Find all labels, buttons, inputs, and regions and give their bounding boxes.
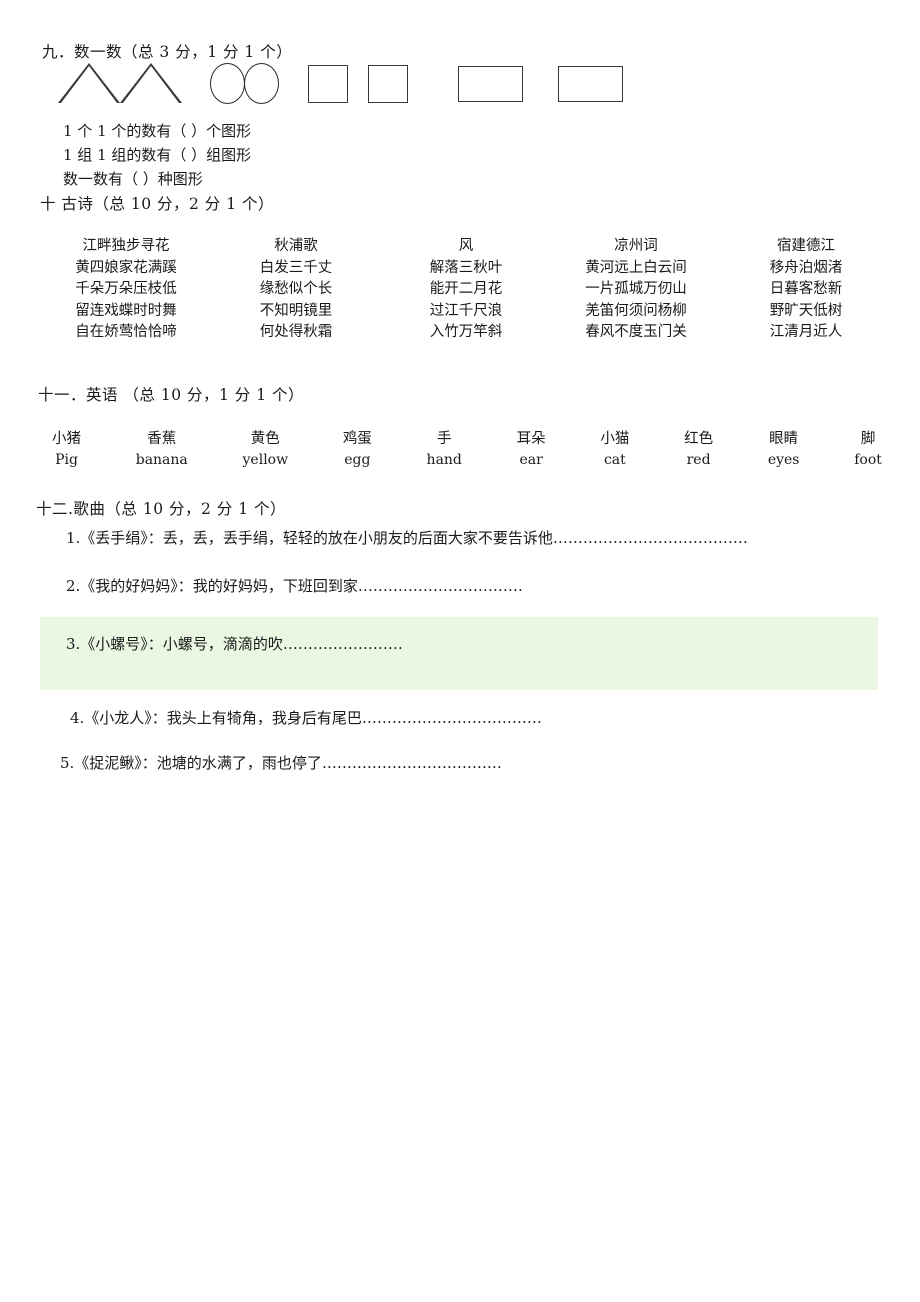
counting-question-1: 1 个 1 个的数有（ ）个图形 (63, 122, 252, 140)
word-english: Pig (55, 452, 78, 468)
ellipse-shape-2 (244, 63, 279, 104)
poem-line: 能开二月花 (429, 281, 503, 297)
english-word-pair-10: 脚 foot (854, 428, 882, 471)
section-heading-poetry: 十 古诗（总 10 分，2 分 1 个） (40, 195, 275, 213)
word-english: ear (519, 452, 543, 468)
square-shape-1 (308, 65, 348, 103)
english-word-pair-9: 眼睛 eyes (768, 428, 800, 471)
rectangle-shape-1 (458, 66, 523, 102)
counting-question-3: 数一数有（ ）种图形 (63, 170, 203, 188)
poem-title: 江畔独步寻花 (82, 238, 170, 254)
poem-line: 白发三千丈 (259, 259, 333, 276)
triangle-shape-2 (120, 63, 182, 103)
english-word-pair-7: 小猫 cat (600, 428, 629, 471)
poem-line: 移舟泊烟渚 (769, 259, 843, 276)
word-chinese: 黄色 (250, 431, 280, 447)
poem-line: 黄四娘家花满蹊 (75, 259, 177, 276)
poem-line: 解落三秋叶 (429, 259, 503, 276)
poem-line: 黄河远上白云间 (585, 259, 687, 276)
poem-column-1: 江畔独步寻花 黄四娘家花满蹊 千朵万朵压枝低 留连戏蝶时时舞 自在娇莺恰恰啼 (46, 236, 206, 344)
word-chinese: 红色 (684, 431, 714, 447)
poem-line: 春风不度玉门关 (585, 324, 687, 340)
square-shape-2 (368, 65, 408, 103)
section-heading-songs: 十二.歌曲（总 10 分，2 分 1 个） (36, 500, 287, 518)
word-english: cat (603, 452, 626, 468)
song-item-3: 3.《小螺号》：小螺号，滴滴的吹…………………… (66, 635, 403, 653)
poem-title: 风 (458, 238, 474, 254)
poem-line: 何处得秋霜 (259, 324, 333, 340)
english-word-pair-6: 耳朵 ear (517, 428, 546, 471)
word-chinese: 手 (436, 431, 452, 447)
word-english: hand (426, 452, 462, 468)
word-english: red (686, 452, 711, 468)
english-word-pair-3: 黄色 yellow (243, 428, 289, 471)
poem-columns: 江畔独步寻花 黄四娘家花满蹊 千朵万朵压枝低 留连戏蝶时时舞 自在娇莺恰恰啼 秋… (46, 236, 886, 344)
poem-column-5: 宿建德江 移舟泊烟渚 日暮客愁新 野旷天低树 江清月近人 (726, 236, 886, 344)
word-english: eyes (767, 452, 800, 468)
word-english: foot (854, 452, 882, 468)
english-word-pair-1: 小猪 Pig (52, 428, 81, 471)
poem-line: 野旷天低树 (769, 302, 843, 319)
poem-line: 过江千尺浪 (429, 302, 503, 319)
word-chinese: 小猪 (52, 431, 81, 447)
ellipse-shape-1 (210, 63, 245, 104)
song-item-1: 1.《丢手绢》：丢，丢，丢手绢，轻轻的放在小朋友的后面大家不要告诉他………………… (66, 529, 748, 547)
english-word-pair-8: 红色 red (684, 428, 713, 471)
poem-line: 羌笛何须问杨柳 (585, 302, 687, 319)
poem-line: 不知明镜里 (259, 302, 333, 319)
poem-column-4: 凉州词 黄河远上白云间 一片孤城万仞山 羌笛何须问杨柳 春风不度玉门关 (556, 236, 716, 344)
word-english: yellow (242, 452, 289, 468)
word-english: egg (344, 452, 371, 468)
word-chinese: 香蕉 (147, 431, 177, 447)
english-word-pair-2: 香蕉 banana (136, 428, 188, 471)
word-english: banana (135, 452, 188, 468)
song-item-5: 5.《捉泥鳅》：池塘的水满了，雨也停了……………………………… (60, 754, 502, 772)
poem-line: 留连戏蝶时时舞 (75, 302, 177, 319)
word-chinese: 小猫 (600, 431, 630, 447)
poem-line: 日暮客愁新 (769, 281, 843, 297)
poem-line: 入竹万竿斜 (429, 324, 503, 340)
poem-line: 自在娇莺恰恰啼 (75, 324, 177, 340)
section-heading-english: 十一．英语 （总 10 分，1 分 1 个） (38, 386, 305, 404)
word-chinese: 脚 (860, 431, 876, 447)
poem-title: 凉州词 (614, 238, 658, 254)
word-chinese: 耳朵 (516, 431, 546, 447)
section-heading-counting: 九．数一数（总 3 分，1 分 1 个） (42, 43, 293, 61)
english-word-row: 小猪 Pig 香蕉 banana 黄色 yellow 鸡蛋 egg 手 hand… (52, 428, 882, 471)
poem-title: 宿建德江 (777, 238, 835, 254)
poem-line: 千朵万朵压枝低 (75, 281, 177, 297)
poem-line: 一片孤城万仞山 (585, 281, 687, 297)
rectangle-shape-2 (558, 66, 623, 102)
poem-line: 缘愁似个长 (259, 281, 333, 297)
word-chinese: 眼睛 (769, 431, 799, 447)
song-item-2: 2.《我的好妈妈》：我的好妈妈，下班回到家…………………………… (66, 577, 523, 595)
exam-paper-page: 九．数一数（总 3 分，1 分 1 个） 1 个 1 个的数有（ ）个图形 1 … (0, 0, 920, 1302)
counting-question-2: 1 组 1 组的数有（ ）组图形 (63, 146, 252, 164)
poem-title: 秋浦歌 (274, 238, 318, 254)
english-word-pair-5: 手 hand (427, 428, 462, 471)
word-chinese: 鸡蛋 (342, 431, 372, 447)
song-item-4: 4.《小龙人》：我头上有犄角，我身后有尾巴……………………………… (70, 709, 542, 727)
poem-line: 江清月近人 (769, 324, 843, 340)
poem-column-3: 风 解落三秋叶 能开二月花 过江千尺浪 入竹万竿斜 (386, 236, 546, 344)
poem-column-2: 秋浦歌 白发三千丈 缘愁似个长 不知明镜里 何处得秋霜 (216, 236, 376, 344)
shape-figure-row (58, 63, 698, 105)
english-word-pair-4: 鸡蛋 egg (343, 428, 372, 471)
triangle-shape-1 (58, 63, 120, 103)
